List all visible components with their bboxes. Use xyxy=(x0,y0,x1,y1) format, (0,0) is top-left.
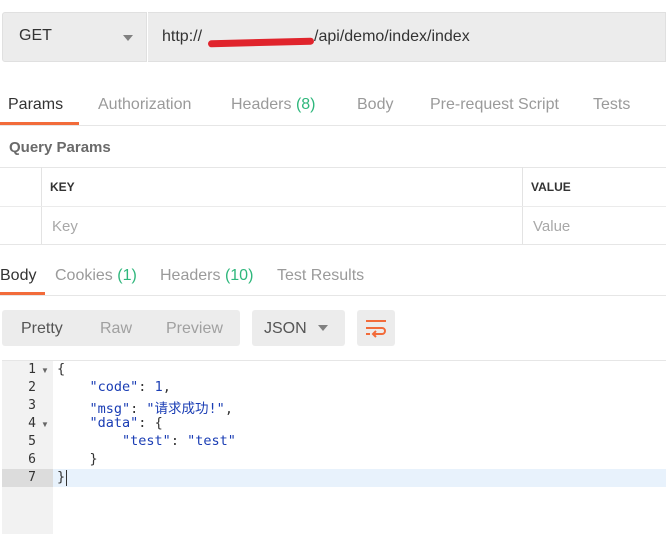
format-select[interactable]: JSON xyxy=(252,310,345,346)
value-column-header: VALUE xyxy=(531,180,571,194)
cookies-count: (1) xyxy=(117,267,137,284)
code-line: "data": { xyxy=(89,415,163,431)
line-number: 2 xyxy=(28,380,36,395)
tab-params[interactable]: Params xyxy=(8,96,63,114)
tab-body[interactable]: Body xyxy=(357,96,393,114)
code-line: "msg": "请求成功!", xyxy=(89,401,233,417)
key-column-header: KEY xyxy=(50,180,75,194)
line-number: 6 xyxy=(28,452,36,467)
line-number: 1 xyxy=(28,362,36,377)
param-value-input[interactable]: Value xyxy=(523,207,666,244)
fold-toggle-icon[interactable]: ▼ xyxy=(41,366,49,375)
code-line: "code": 1, xyxy=(89,379,171,395)
pretty-button[interactable]: Pretty xyxy=(21,320,63,338)
divider xyxy=(0,295,666,296)
divider xyxy=(0,125,666,126)
response-headers-label: Headers xyxy=(160,267,221,284)
divider xyxy=(0,244,666,245)
tab-tests[interactable]: Tests xyxy=(593,96,630,114)
fold-toggle-icon[interactable]: ▼ xyxy=(41,420,49,429)
value-placeholder: Value xyxy=(533,218,571,235)
wrap-lines-icon xyxy=(366,320,386,338)
method-label: GET xyxy=(19,27,52,44)
line-number: 5 xyxy=(28,434,36,449)
query-params-title: Query Params xyxy=(9,139,111,156)
tab-prerequest-script[interactable]: Pre-request Script xyxy=(430,96,559,114)
response-tab-test-results[interactable]: Test Results xyxy=(277,267,364,285)
preview-button[interactable]: Preview xyxy=(166,320,223,338)
response-tab-cookies[interactable]: Cookies (1) xyxy=(55,267,137,285)
divider xyxy=(0,167,666,168)
line-number: 4 xyxy=(28,416,36,431)
line-number: 7 xyxy=(28,470,36,485)
chevron-down-icon xyxy=(318,325,328,331)
format-label: JSON xyxy=(264,320,307,337)
line-number: 3 xyxy=(28,398,36,413)
tab-authorization[interactable]: Authorization xyxy=(98,96,191,114)
raw-button[interactable]: Raw xyxy=(100,320,132,338)
tab-headers[interactable]: Headers (8) xyxy=(231,96,316,114)
chevron-down-icon xyxy=(123,35,133,41)
view-mode-segmented: Pretty Raw Preview xyxy=(2,310,240,346)
response-tab-headers[interactable]: Headers (10) xyxy=(160,267,253,285)
url-input[interactable]: http:// /api/demo/index/index xyxy=(148,12,666,62)
active-line-highlight xyxy=(53,469,666,487)
divider xyxy=(2,360,666,361)
url-suffix: /api/demo/index/index xyxy=(314,28,470,45)
url-prefix: http:// xyxy=(162,28,203,45)
param-key-input[interactable]: Key xyxy=(42,207,522,244)
code-line: } xyxy=(89,451,98,467)
headers-count: (8) xyxy=(295,96,316,113)
code-line: } xyxy=(57,469,66,485)
code-line: "test": "test" xyxy=(122,433,236,449)
response-headers-count: (10) xyxy=(224,267,254,284)
method-select[interactable]: GET xyxy=(2,12,147,62)
wrap-lines-button[interactable] xyxy=(357,310,395,346)
tab-headers-label: Headers xyxy=(231,96,292,113)
key-placeholder: Key xyxy=(52,218,78,235)
code-line: { xyxy=(57,361,66,377)
response-tab-body[interactable]: Body xyxy=(0,267,36,285)
text-cursor xyxy=(66,470,67,486)
cookies-label: Cookies xyxy=(55,267,113,284)
